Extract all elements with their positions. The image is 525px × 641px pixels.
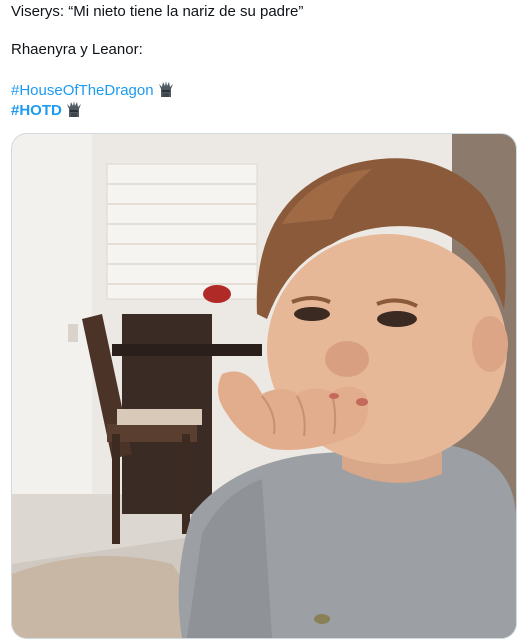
tweet-photo[interactable]: [11, 133, 517, 639]
tweet-line-viserys: Viserys: “Mi nieto tiene la nariz de su …: [11, 3, 304, 20]
iron-throne-icon: [66, 101, 81, 117]
hashtag-hotd[interactable]: #HOTD: [11, 102, 62, 119]
tweet-line-rhaenyra: Rhaenyra y Leanor:: [11, 41, 143, 58]
iron-throne-icon: [158, 81, 173, 97]
hashtag-line-1: #HouseOfTheDragon: [11, 80, 175, 101]
hashtag-line-2: #HOTD: [11, 100, 83, 121]
photo-toddler-covering-mouth: [12, 134, 516, 638]
hashtag-house-of-the-dragon[interactable]: #HouseOfTheDragon: [11, 82, 154, 99]
